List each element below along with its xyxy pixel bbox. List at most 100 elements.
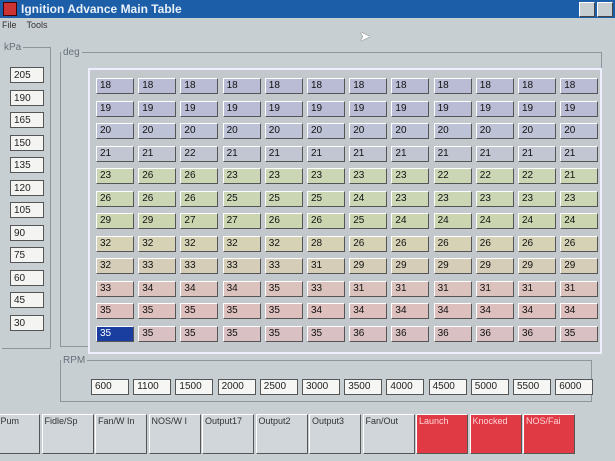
table-cell[interactable]: 24: [518, 213, 556, 229]
table-cell[interactable]: 26: [96, 190, 134, 207]
table-cell[interactable]: 21: [264, 145, 303, 162]
table-cell[interactable]: 25: [349, 213, 388, 229]
tab-launch[interactable]: Launch: [416, 414, 468, 454]
menu-tools[interactable]: Tools: [27, 20, 48, 30]
rpm-cell[interactable]: 1100: [133, 379, 172, 395]
table-cell[interactable]: 23: [222, 168, 261, 184]
table-cell[interactable]: 18: [264, 78, 303, 94]
table-cell[interactable]: 21: [560, 145, 599, 162]
table-cell[interactable]: 31: [349, 280, 388, 297]
table-cell[interactable]: 19: [475, 100, 514, 117]
table-cell[interactable]: 19: [180, 100, 219, 117]
table-cell[interactable]: 28: [307, 235, 345, 252]
table-cell[interactable]: 35: [264, 280, 303, 297]
kpa-cell[interactable]: 205: [10, 67, 44, 83]
table-cell[interactable]: 34: [391, 303, 430, 319]
table-cell[interactable]: 35: [180, 303, 219, 319]
table-cell[interactable]: 20: [96, 123, 134, 139]
table-cell[interactable]: 25: [264, 190, 303, 207]
table-cell[interactable]: 23: [518, 190, 556, 207]
table-cell[interactable]: 21: [475, 145, 514, 162]
table-cell[interactable]: 18: [433, 78, 472, 94]
table-cell[interactable]: 24: [433, 213, 472, 229]
table-cell[interactable]: 35: [222, 303, 261, 319]
table-cell[interactable]: 24: [349, 190, 388, 207]
table-cell[interactable]: 20: [433, 123, 472, 139]
table-cell[interactable]: 35: [138, 325, 177, 342]
table-cell[interactable]: 20: [518, 123, 556, 139]
table-cell[interactable]: 29: [560, 258, 599, 274]
table-cell[interactable]: 24: [391, 213, 430, 229]
table-cell[interactable]: 18: [96, 78, 134, 94]
table-cell[interactable]: 20: [560, 123, 599, 139]
table-cell[interactable]: 18: [138, 78, 177, 94]
table-cell[interactable]: 23: [349, 168, 388, 184]
table-cell[interactable]: 29: [475, 258, 514, 274]
table-cell[interactable]: 26: [264, 213, 303, 229]
table-cell[interactable]: 34: [138, 280, 177, 297]
tab-fidle-sp[interactable]: Fidle/Sp: [41, 414, 94, 454]
kpa-cell[interactable]: 90: [10, 224, 44, 241]
table-cell[interactable]: 33: [138, 258, 177, 274]
table-cell[interactable]: 20: [138, 123, 177, 139]
table-cell[interactable]: 29: [138, 213, 177, 229]
table-cell[interactable]: 26: [138, 168, 177, 184]
table-cell[interactable]: 34: [475, 303, 514, 319]
kpa-cell[interactable]: 120: [10, 179, 44, 196]
table-cell[interactable]: 32: [96, 235, 134, 252]
table-cell[interactable]: 22: [475, 168, 514, 184]
tab-nos-fai[interactable]: NOS/Fai: [523, 414, 575, 454]
table-cell[interactable]: 24: [560, 213, 599, 229]
rpm-cell[interactable]: 4000: [386, 379, 425, 395]
kpa-cell[interactable]: 45: [10, 292, 44, 308]
table-cell[interactable]: 21: [138, 145, 177, 162]
table-cell[interactable]: 26: [560, 235, 599, 252]
kpa-cell[interactable]: 165: [10, 112, 44, 128]
table-cell[interactable]: 20: [307, 123, 345, 139]
table-cell[interactable]: 34: [433, 303, 472, 319]
table-cell[interactable]: 34: [349, 303, 388, 319]
tab-el-pum[interactable]: el Pum: [0, 414, 40, 454]
tab-fan-out[interactable]: Fan/Out: [362, 414, 415, 454]
table-cell[interactable]: 21: [518, 145, 556, 162]
table-cell[interactable]: 19: [138, 100, 177, 117]
table-cell[interactable]: 26: [180, 168, 219, 184]
table-cell[interactable]: 18: [349, 78, 388, 94]
table-cell[interactable]: 26: [518, 235, 556, 252]
table-cell[interactable]: 35: [264, 303, 303, 319]
tab-output2[interactable]: Output2: [255, 414, 308, 454]
table-cell[interactable]: 18: [391, 78, 430, 94]
table-cell[interactable]: 23: [96, 168, 134, 184]
table-cell[interactable]: 26: [349, 235, 388, 252]
kpa-cell[interactable]: 60: [10, 269, 44, 286]
table-cell[interactable]: 18: [560, 78, 599, 94]
table-cell[interactable]: 29: [518, 258, 556, 274]
table-cell[interactable]: 29: [391, 258, 430, 274]
table-cell[interactable]: 18: [518, 78, 556, 94]
kpa-cell[interactable]: 190: [10, 89, 44, 106]
table-cell[interactable]: 22: [518, 168, 556, 184]
table-cell[interactable]: 36: [349, 325, 388, 342]
rpm-cell[interactable]: 4500: [428, 379, 467, 395]
table-cell[interactable]: 34: [560, 303, 599, 319]
table-cell[interactable]: 21: [560, 168, 599, 184]
table-cell[interactable]: 18: [307, 78, 345, 94]
tab-output3[interactable]: Output3: [309, 414, 361, 454]
table-cell[interactable]: 21: [96, 145, 134, 162]
table-cell[interactable]: 36: [433, 325, 472, 342]
table-cell[interactable]: 26: [475, 235, 514, 252]
table-cell[interactable]: 25: [222, 190, 261, 207]
table-cell[interactable]: 23: [264, 168, 303, 184]
table-cell[interactable]: 20: [222, 123, 261, 139]
table-cell[interactable]: 35: [560, 325, 599, 342]
table-cell[interactable]: 20: [349, 123, 388, 139]
table-cell[interactable]: 21: [307, 145, 345, 162]
table-cell[interactable]: 35: [307, 325, 345, 342]
table-cell[interactable]: 23: [391, 190, 430, 207]
table-cell[interactable]: 34: [222, 280, 261, 297]
table-cell[interactable]: 26: [138, 190, 177, 207]
table-cell[interactable]: 34: [307, 303, 345, 319]
rpm-cell[interactable]: 6000: [555, 379, 594, 395]
close-button[interactable]: [597, 2, 613, 17]
table-cell[interactable]: 25: [307, 190, 345, 207]
